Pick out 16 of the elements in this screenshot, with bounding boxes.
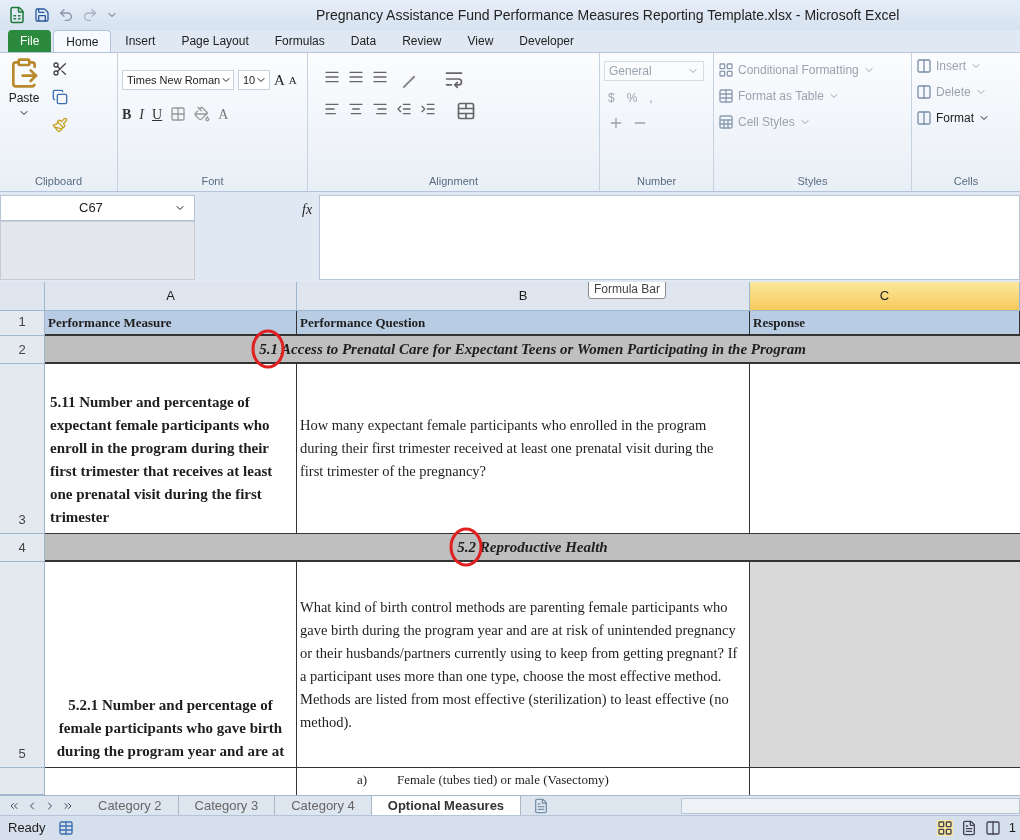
group-label: Cells <box>953 173 979 189</box>
group-label: Clipboard <box>34 173 83 189</box>
table-cell: Response <box>750 311 1020 336</box>
group-label: Font <box>201 173 224 189</box>
table-cell: Performance Measure <box>45 311 297 336</box>
list-marker: a) <box>357 771 369 789</box>
table-cell: Performance Question <box>297 311 750 336</box>
table-cell-text: Female (tubes tied) or male (Vasectomy) <box>397 771 609 789</box>
table-cell: 5.2.1 Number and percentage of female participants who gave birth during the program year and are at <box>45 562 297 768</box>
window-title: Pregnancy Assistance Fund Performance Measures Reporting Template.xlsx - Microsoft Excel <box>316 5 900 25</box>
group-label: Number <box>636 173 677 189</box>
tooltip: Formula Bar <box>588 282 667 299</box>
status-text: Ready <box>8 819 46 838</box>
group-label: Alignment <box>429 173 478 189</box>
section-heading-cell: 5.2 Reproductive Health <box>45 534 1020 562</box>
group-label: Styles <box>797 173 828 189</box>
